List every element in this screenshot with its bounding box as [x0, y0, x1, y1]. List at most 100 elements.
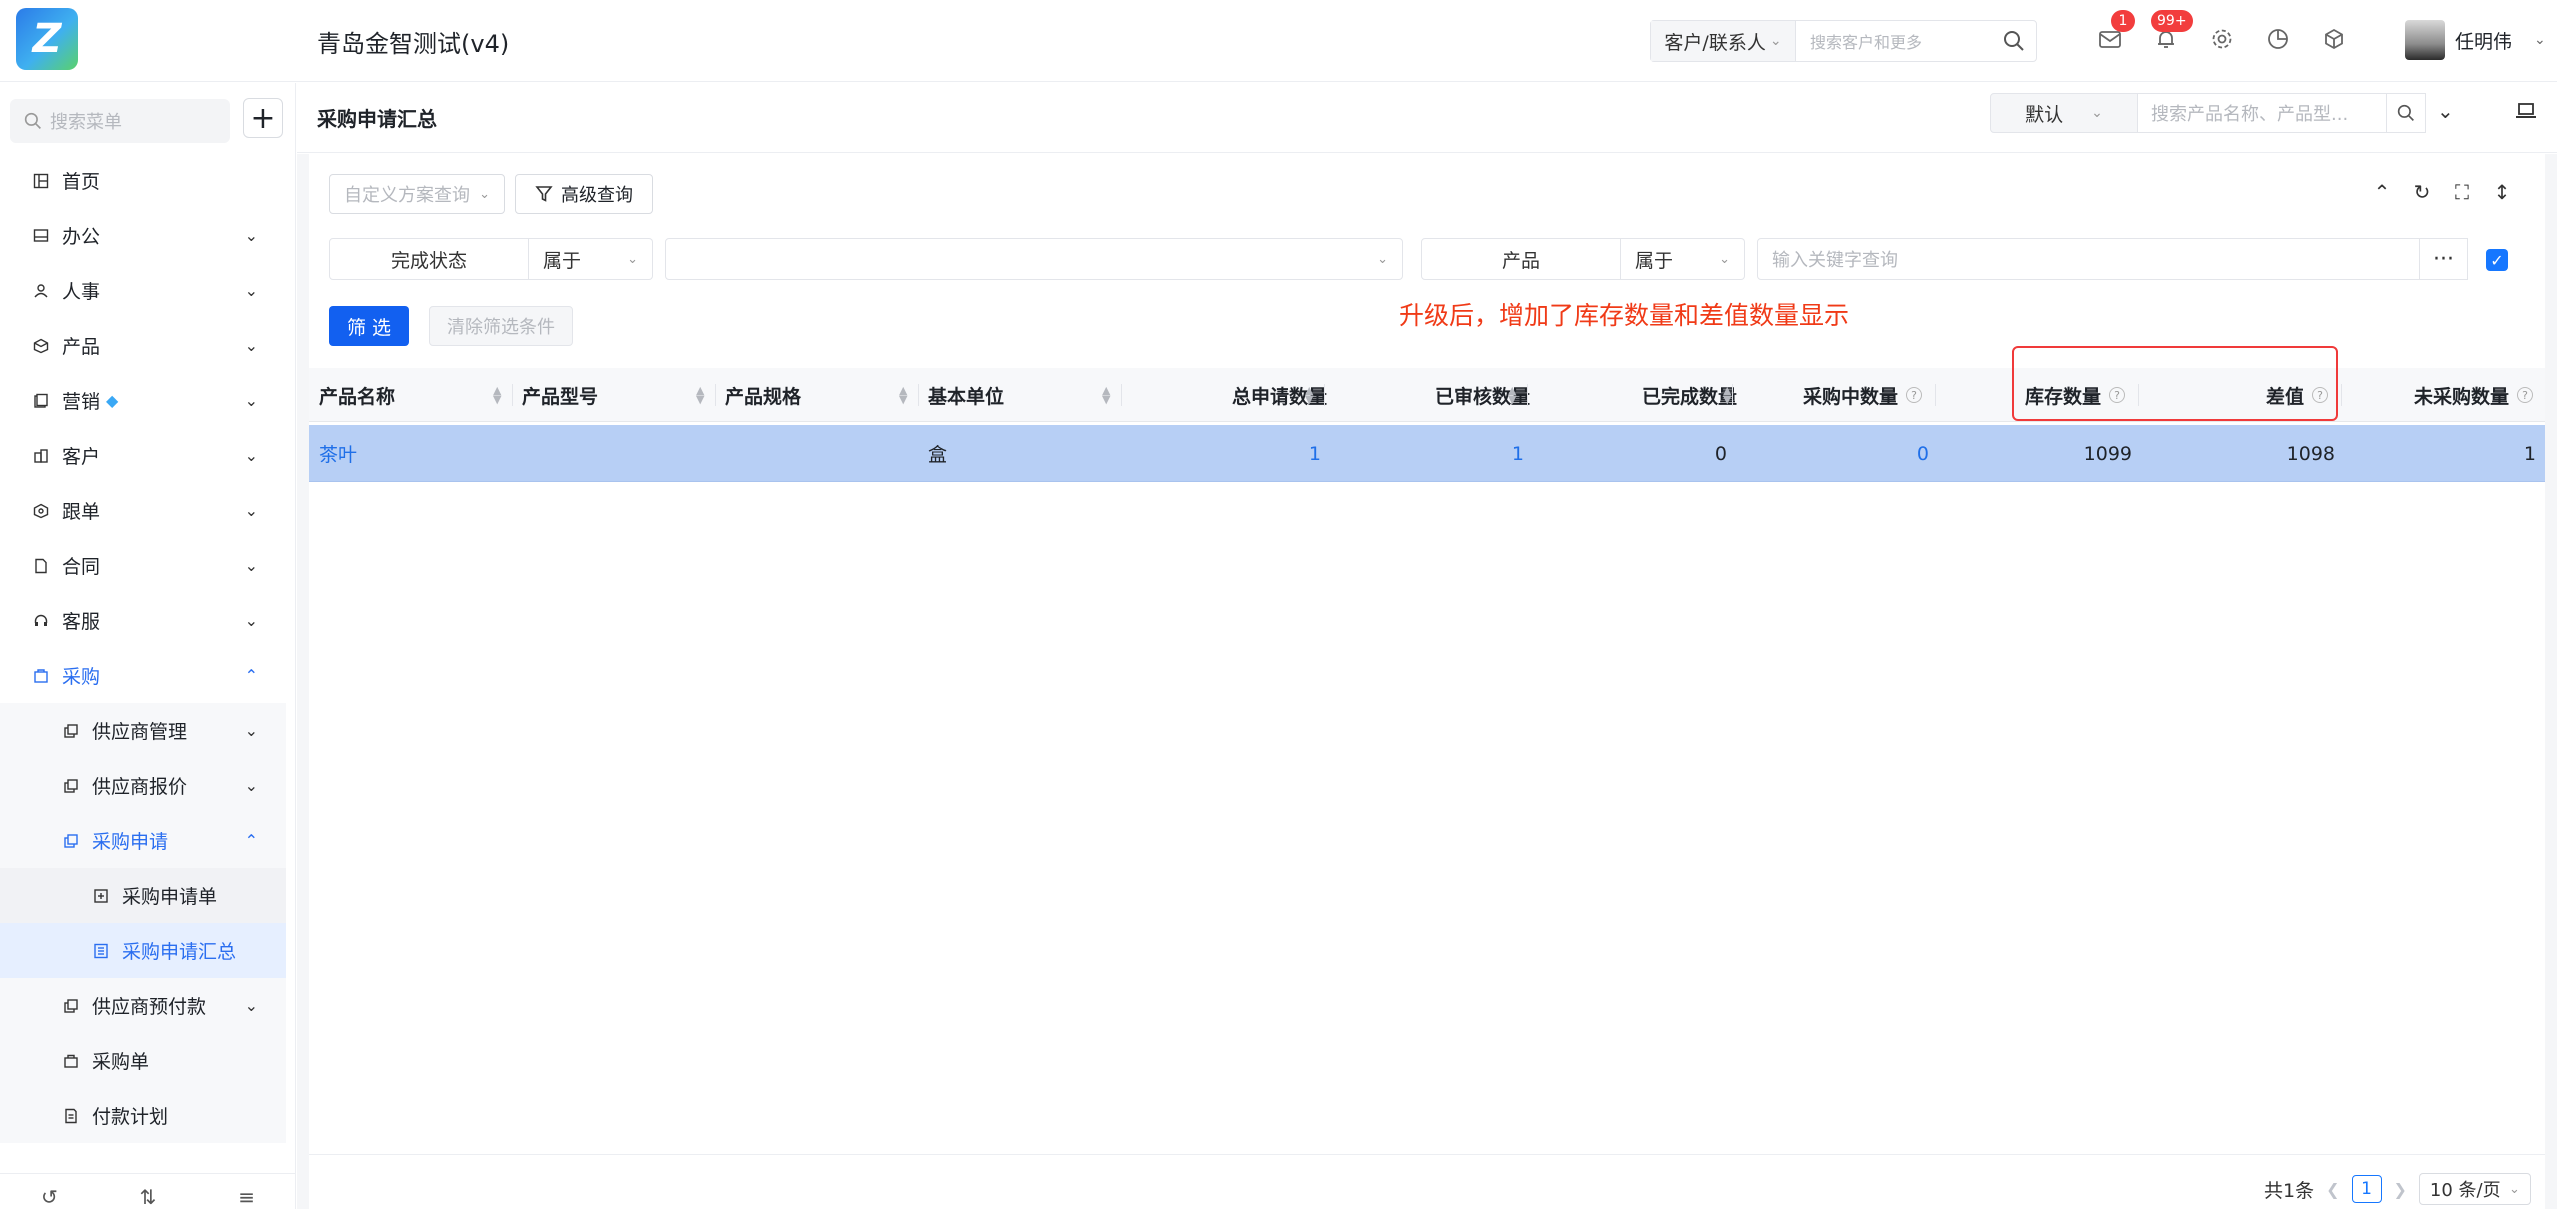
filter-operator-label: 属于: [543, 249, 582, 272]
copy-icon: [62, 997, 80, 1015]
chevron-down-icon: ⌄: [244, 776, 258, 795]
sidebar-item-office[interactable]: 办公 ⌄: [0, 208, 286, 263]
top-bar: Z 青岛金智测试(v4) 客户/联系人 ⌄ 搜索客户和更多 1 99+ 任明伟 …: [0, 0, 2557, 82]
sidebar-item-follow[interactable]: 跟单 ⌄: [0, 483, 286, 538]
laptop-icon[interactable]: [2515, 101, 2537, 126]
filter-field-status[interactable]: 完成状态: [329, 238, 529, 280]
gear-icon[interactable]: [2207, 24, 2237, 54]
col-header[interactable]: 已完成数量: [1537, 368, 1737, 422]
col-header[interactable]: 已审核数量: [1334, 368, 1530, 422]
sidebar-item-label: 供应商管理: [92, 721, 188, 743]
row-height-icon[interactable]: ↕: [2492, 180, 2512, 204]
bell-icon[interactable]: 99+: [2151, 10, 2193, 54]
scheme-placeholder: 自定义方案查询: [344, 185, 470, 206]
sidebar-item-marketing[interactable]: 营销 ◆ ⌄: [0, 373, 286, 428]
cell-diff: 1098: [2286, 442, 2335, 465]
page-header: 采购申请汇总 默认 ⌄ 搜索产品名称、产品型... ⌄: [297, 83, 2557, 153]
col-header[interactable]: 产品型号: [522, 368, 598, 422]
sidebar-item-purchase[interactable]: 采购 ⌃: [0, 648, 286, 703]
global-search-input[interactable]: 搜索客户和更多: [1796, 29, 1992, 53]
fullscreen-icon[interactable]: ⛶: [2452, 180, 2472, 204]
search-scope-select[interactable]: 客户/联系人 ⌄: [1651, 21, 1796, 61]
prev-page-icon[interactable]: ❮: [2326, 1180, 2339, 1199]
people-icon: [32, 282, 50, 300]
filter-button[interactable]: 筛 选: [329, 306, 409, 346]
sidebar-item-purchase-order[interactable]: 采购单: [0, 1033, 286, 1088]
cube-icon[interactable]: [2319, 24, 2349, 54]
sort-icon[interactable]: ▲ ▼: [1299, 368, 1313, 422]
scheme-select[interactable]: 自定义方案查询 ⌄: [329, 174, 505, 214]
col-header[interactable]: 采购中数量?: [1742, 368, 1922, 422]
sidebar-item-purchase-apply[interactable]: 采购申请 ⌃: [0, 813, 286, 868]
filter-checkbox[interactable]: ✓: [2486, 249, 2508, 271]
sidebar-item-home[interactable]: 首页: [0, 153, 286, 208]
cell-product-name[interactable]: 茶叶: [319, 425, 357, 482]
clear-filter-button[interactable]: 清除筛选条件: [429, 306, 573, 346]
chevron-down-icon[interactable]: ⌄: [2437, 99, 2454, 123]
pie-chart-icon[interactable]: [2263, 24, 2293, 54]
table-row[interactable]: 茶叶 盒 1 1 0 0 1099 1098 1: [309, 425, 2545, 482]
sort-icon[interactable]: ▲ ▼: [690, 368, 704, 422]
sidebar-item-apply-summary[interactable]: 采购申请汇总: [0, 923, 286, 978]
chevron-down-icon: ⌄: [2091, 105, 2103, 121]
help-icon[interactable]: ?: [2517, 387, 2533, 403]
sidebar-item-customer[interactable]: 客户 ⌄: [0, 428, 286, 483]
col-header[interactable]: 产品名称: [319, 368, 395, 422]
sidebar-item-label: 客户: [62, 446, 101, 468]
sidebar-item-supplier-manage[interactable]: 供应商管理 ⌄: [0, 703, 286, 758]
keyword-input[interactable]: 输入关键字查询: [1757, 238, 2420, 280]
page-number[interactable]: 1: [2351, 1175, 2382, 1203]
collapse-menu-icon[interactable]: ≡: [238, 1185, 255, 1209]
advanced-query-button[interactable]: 高级查询: [515, 174, 653, 214]
sidebar-item-supplier-prepay[interactable]: 供应商预付款 ⌄: [0, 978, 286, 1033]
col-header[interactable]: 总申请数量: [1131, 368, 1327, 422]
cell-approved[interactable]: 1: [1334, 425, 1524, 482]
more-options-button[interactable]: ···: [2420, 238, 2468, 280]
filter-operator-status[interactable]: 属于 ⌄: [529, 238, 653, 280]
sort-icon[interactable]: ▲ ▼: [487, 368, 501, 422]
sidebar-item-service[interactable]: 客服 ⌄: [0, 593, 286, 648]
view-select[interactable]: 默认 ⌄: [1990, 93, 2138, 133]
help-icon[interactable]: ?: [1906, 387, 1922, 403]
filter-icon: [535, 186, 553, 202]
col-divider: [715, 384, 716, 406]
next-page-icon[interactable]: ❯: [2394, 1180, 2407, 1199]
sidebar-item-contract[interactable]: 合同 ⌄: [0, 538, 286, 593]
annotation-text: 升级后，增加了库存数量和差值数量显示: [1399, 301, 1850, 330]
filter-value-status[interactable]: ⌄: [665, 238, 1403, 280]
product-search-input[interactable]: 搜索产品名称、产品型...: [2137, 93, 2397, 133]
sidebar-item-apply-form[interactable]: 采购申请单: [0, 868, 286, 923]
col-header[interactable]: 未采购数量?: [2351, 368, 2533, 422]
cell-purchasing[interactable]: 0: [1742, 425, 1929, 482]
collapse-up-icon[interactable]: ⌃: [2372, 180, 2392, 204]
refresh-icon[interactable]: ↻: [2412, 180, 2432, 204]
chevron-down-icon: ⌄: [244, 996, 258, 1015]
history-icon[interactable]: ↺: [41, 1185, 58, 1209]
app-logo[interactable]: Z: [16, 8, 78, 70]
filter-field-product[interactable]: 产品: [1421, 238, 1621, 280]
sort-icon[interactable]: ▲ ▼: [1502, 368, 1516, 422]
cell-total[interactable]: 1: [1131, 425, 1321, 482]
cell-completed: 0: [1714, 442, 1727, 465]
sidebar-item-payment-plan[interactable]: 付款计划: [0, 1088, 286, 1143]
page-size-select[interactable]: 10 条/页 ⌄: [2418, 1173, 2531, 1205]
col-title: 产品型号: [522, 385, 599, 408]
col-header[interactable]: 基本单位: [928, 368, 1004, 422]
search-icon[interactable]: [1992, 21, 2036, 61]
sidebar-item-label: 供应商预付款: [92, 996, 207, 1018]
sidebar-item-supplier-quote[interactable]: 供应商报价 ⌄: [0, 758, 286, 813]
filter-operator-product[interactable]: 属于 ⌄: [1621, 238, 1745, 280]
sidebar-item-product[interactable]: 产品 ⌄: [0, 318, 286, 373]
col-header[interactable]: 产品规格: [725, 368, 801, 422]
add-menu-button[interactable]: +: [243, 98, 283, 138]
user-menu[interactable]: 任明伟 ⌄: [2405, 20, 2546, 60]
menu-search-input[interactable]: 搜索菜单: [10, 99, 230, 143]
sidebar-item-hr[interactable]: 人事 ⌄: [0, 263, 286, 318]
sort-icon[interactable]: ⇅: [140, 1185, 157, 1209]
mail-icon[interactable]: 1: [2095, 10, 2135, 54]
sort-icon[interactable]: ▲ ▼: [893, 368, 907, 422]
sort-icon[interactable]: ▲ ▼: [1096, 368, 1110, 422]
search-icon[interactable]: [2386, 93, 2426, 133]
mail-badge: 1: [2111, 10, 2135, 32]
sort-icon[interactable]: ▲ ▼: [1717, 368, 1731, 422]
